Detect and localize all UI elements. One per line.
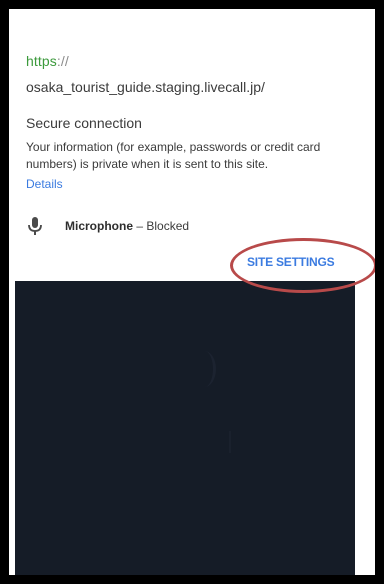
url-scheme: https://	[26, 53, 69, 69]
permission-separator: –	[133, 219, 147, 233]
phone-screen: https:// osaka_tourist_guide.staging.liv…	[9, 9, 375, 575]
url-scheme-text: https	[26, 53, 57, 69]
permission-name: Microphone	[65, 219, 133, 233]
url-separator: ://	[56, 53, 69, 69]
connection-status-description: Your information (for example, passwords…	[26, 140, 321, 171]
video-area	[15, 281, 355, 575]
site-info-popup: https:// osaka_tourist_guide.staging.liv…	[9, 9, 375, 278]
url-host: osaka_tourist_guide.staging.livecall.jp/	[26, 79, 265, 95]
permission-label: Microphone – Blocked	[65, 219, 189, 233]
loading-spinner	[193, 351, 216, 387]
details-link[interactable]: Details	[26, 177, 63, 191]
permission-row-microphone[interactable]: Microphone – Blocked	[26, 216, 189, 236]
microphone-icon	[26, 216, 44, 236]
connection-status-title: Secure connection	[26, 115, 142, 131]
site-settings-button[interactable]: SITE SETTINGS	[247, 255, 335, 269]
permission-status: Blocked	[146, 219, 190, 233]
background-mark	[229, 431, 241, 453]
